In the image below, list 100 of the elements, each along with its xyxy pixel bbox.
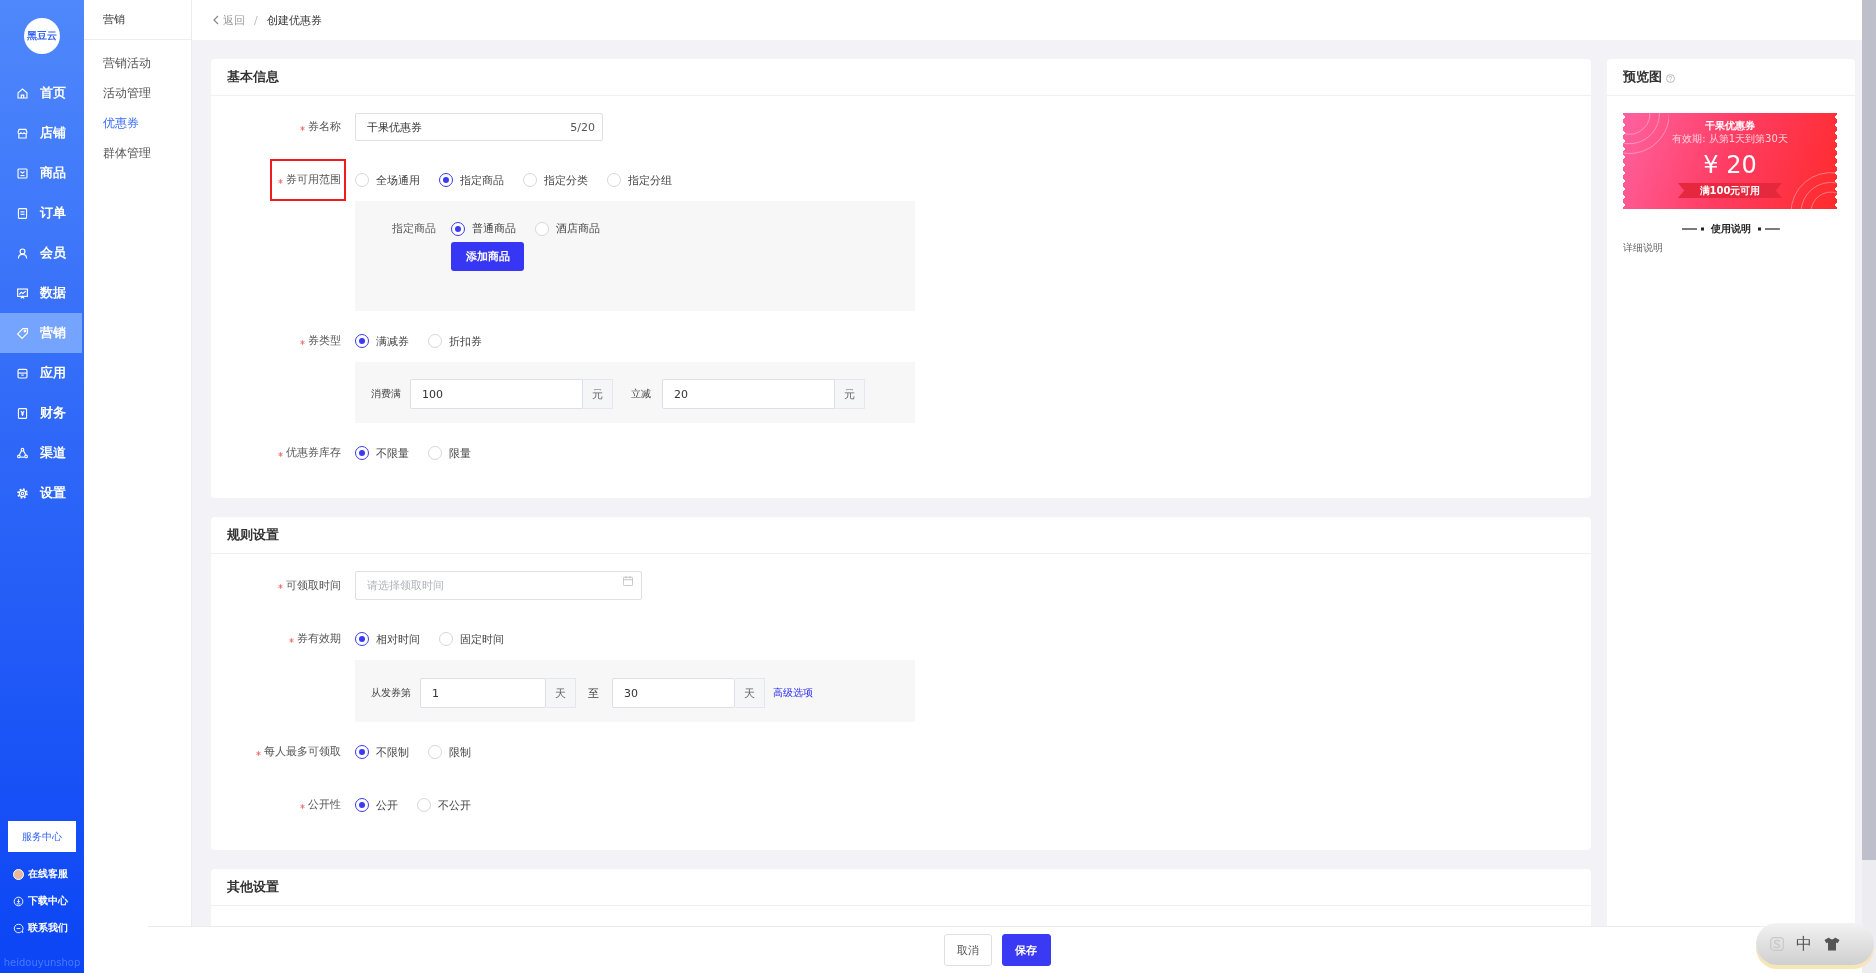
secondary-button[interactable]: 取消 bbox=[943, 934, 992, 966]
triangle-nodes-icon bbox=[16, 446, 29, 460]
submenu-item[interactable]: 活动管理 bbox=[84, 78, 191, 108]
concentric-arcs-icon bbox=[1791, 169, 1837, 209]
shop-icon bbox=[16, 126, 29, 140]
unit-addon: 天 bbox=[546, 678, 576, 708]
shirt-icon bbox=[1824, 937, 1840, 951]
submenu-item[interactable]: 群体管理 bbox=[84, 138, 191, 168]
radio-option[interactable]: 折扣券 bbox=[428, 333, 482, 349]
nav-item[interactable]: 数据 bbox=[0, 273, 82, 313]
unit-addon: 元 bbox=[583, 379, 613, 409]
date-picker-field[interactable]: 请选择领取时间 bbox=[355, 571, 642, 600]
chevron-left-icon bbox=[213, 15, 219, 25]
radio-option[interactable]: 指定商品 bbox=[439, 172, 504, 188]
submenu-item[interactable]: 优惠券 bbox=[84, 108, 191, 138]
nav-item[interactable]: 会员 bbox=[0, 233, 82, 273]
preview-title: 预览图 bbox=[1623, 68, 1662, 86]
settings-icon bbox=[16, 486, 29, 500]
submenu-item[interactable]: 营销活动 bbox=[84, 48, 191, 78]
nav-item[interactable]: 店铺 bbox=[0, 113, 82, 153]
person-icon bbox=[16, 246, 29, 260]
radio-option[interactable]: 不公开 bbox=[417, 797, 471, 813]
brand-text: heidouyunshop bbox=[3, 956, 81, 970]
section-title: 基本信息 bbox=[227, 68, 279, 86]
bag-icon bbox=[16, 166, 29, 180]
advanced-options-link[interactable]: 高级选项 bbox=[773, 686, 813, 700]
input-label: 立减 bbox=[631, 387, 651, 401]
day-input[interactable]: 1 bbox=[420, 678, 546, 708]
download-icon bbox=[13, 895, 24, 907]
add-goods-button[interactable]: 添加商品 bbox=[451, 242, 524, 271]
radio-option[interactable]: 全场通用 bbox=[355, 172, 420, 188]
chart-icon bbox=[16, 286, 29, 300]
ornament-icon bbox=[1682, 227, 1706, 231]
input-label: 消费满 bbox=[371, 387, 401, 401]
breadcrumb-separator: / bbox=[254, 13, 258, 27]
field-label: 券可用范围 bbox=[286, 173, 341, 187]
field-label: 可领取时间 bbox=[286, 578, 341, 593]
nav-item[interactable]: 应用 bbox=[0, 353, 82, 393]
coupon-validity: 有效期: 从第1天到第30天 bbox=[1671, 133, 1789, 145]
section-title: 其他设置 bbox=[227, 878, 279, 896]
logo[interactable]: 黑豆云 bbox=[24, 18, 60, 54]
document-icon bbox=[16, 206, 29, 220]
char-counter: 5/20 bbox=[570, 120, 595, 134]
coupon-amount: ¥ 20 bbox=[1702, 151, 1758, 179]
radio-option[interactable]: 酒店商品 bbox=[535, 221, 600, 236]
radio-option[interactable]: 不限量 bbox=[355, 445, 409, 461]
nav-item[interactable]: 设置 bbox=[0, 473, 82, 513]
amount-input[interactable]: 20 bbox=[662, 379, 835, 409]
radio-option[interactable]: 固定时间 bbox=[439, 631, 504, 647]
ornament-icon bbox=[1756, 227, 1780, 231]
field-label: 每人最多可领取 bbox=[264, 745, 341, 759]
sidebar-link[interactable]: 下载中心 bbox=[13, 891, 68, 911]
input-label: 从发券第 bbox=[371, 686, 411, 700]
input-mode-text: 中 bbox=[1796, 933, 1812, 955]
house-icon bbox=[16, 86, 29, 100]
radio-option[interactable]: 限制 bbox=[428, 744, 471, 760]
submenu-title: 营销 bbox=[103, 12, 125, 27]
chat-icon bbox=[13, 922, 24, 934]
box-icon bbox=[16, 366, 29, 380]
unit-addon: 天 bbox=[735, 678, 765, 708]
radio-option[interactable]: 普通商品 bbox=[451, 221, 516, 236]
radio-option[interactable]: 限量 bbox=[428, 445, 471, 461]
field-label: 公开性 bbox=[308, 798, 341, 812]
sidebar-link[interactable]: 在线客服 bbox=[13, 864, 68, 884]
radio-option[interactable]: 满减券 bbox=[355, 333, 409, 349]
nav-item[interactable]: 渠道 bbox=[0, 433, 82, 473]
radio-option[interactable]: 不限制 bbox=[355, 744, 409, 760]
field-label: 券类型 bbox=[308, 334, 341, 348]
usage-text: 详细说明 bbox=[1623, 241, 1664, 255]
yen-icon bbox=[16, 406, 29, 420]
section-title: 规则设置 bbox=[227, 526, 279, 544]
amount-input[interactable]: 100 bbox=[410, 379, 583, 409]
field-label: 优惠券库存 bbox=[286, 446, 341, 460]
help-icon[interactable] bbox=[1666, 73, 1675, 83]
unit-addon: 元 bbox=[835, 379, 865, 409]
range-separator: 至 bbox=[588, 685, 599, 701]
field-label: 券有效期 bbox=[297, 632, 341, 646]
nav-item[interactable]: 首页 bbox=[0, 73, 82, 113]
condition-ribbon: 满100元可用 bbox=[1678, 183, 1782, 198]
field-label: 券名称 bbox=[308, 120, 341, 134]
primary-button[interactable]: 保存 bbox=[1001, 934, 1051, 966]
breadcrumb-current: 创建优惠券 bbox=[266, 12, 322, 28]
radio-option[interactable]: 指定分组 bbox=[607, 172, 672, 188]
logo-icon bbox=[1770, 937, 1784, 951]
radio-option[interactable]: 公开 bbox=[355, 797, 398, 813]
service-center-button[interactable]: 服务中心 bbox=[8, 821, 76, 852]
panel-label: 指定商品 bbox=[392, 221, 436, 236]
nav-item[interactable]: 商品 bbox=[0, 153, 82, 193]
radio-option[interactable]: 指定分类 bbox=[523, 172, 588, 188]
day-input[interactable]: 30 bbox=[612, 678, 735, 708]
coupon-title: 干果优惠券 bbox=[1704, 119, 1756, 133]
tag-icon bbox=[16, 326, 29, 340]
calendar-icon bbox=[623, 576, 633, 586]
sidebar-link[interactable]: 联系我们 bbox=[13, 918, 68, 938]
nav-item[interactable]: 财务 bbox=[0, 393, 82, 433]
usage-title: 使用说明 bbox=[1711, 222, 1751, 236]
radio-option[interactable]: 相对时间 bbox=[355, 631, 420, 647]
concentric-arcs-icon bbox=[1623, 113, 1669, 155]
nav-item[interactable]: 订单 bbox=[0, 193, 82, 233]
avatar-icon bbox=[13, 868, 24, 880]
